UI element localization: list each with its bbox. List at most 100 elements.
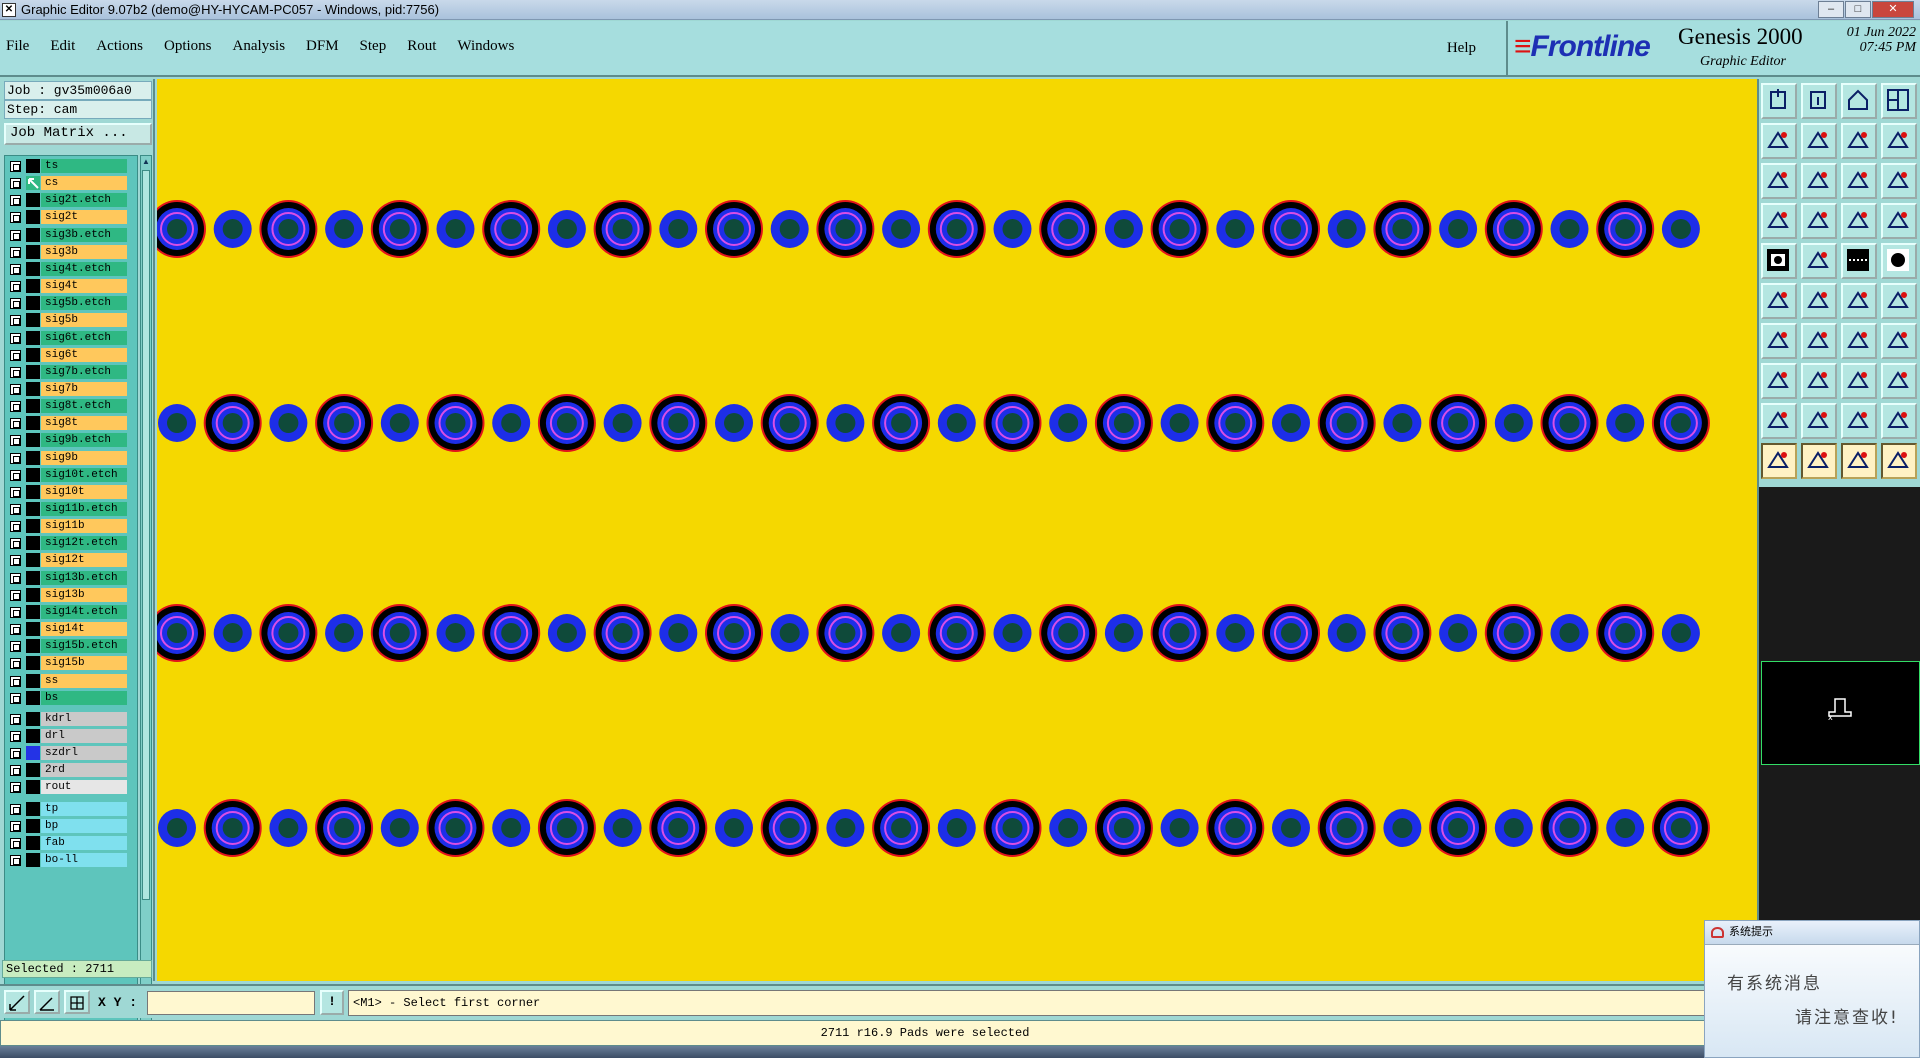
layer-row-sig11b-etch[interactable]: sig11b.etch <box>5 501 137 517</box>
via-pad[interactable] <box>259 604 318 662</box>
smd-pad[interactable] <box>380 809 419 847</box>
via-pad[interactable] <box>1484 200 1543 258</box>
via-pad[interactable] <box>983 799 1042 857</box>
smd-pad[interactable] <box>213 210 252 248</box>
layer-row-cs[interactable]: cs <box>5 175 137 191</box>
layer-row-sig4t[interactable]: sig4t <box>5 278 137 294</box>
layer-color-swatch[interactable] <box>26 296 40 311</box>
via-pad[interactable] <box>927 200 986 258</box>
layer-name[interactable]: sig6t <box>41 347 127 362</box>
layer-checkbox[interactable] <box>10 298 21 310</box>
tool-fit-screen-button[interactable] <box>1761 163 1797 199</box>
smd-pad[interactable] <box>1494 404 1533 442</box>
via-pad[interactable] <box>1262 200 1320 258</box>
layer-row-sig3b[interactable]: sig3b <box>5 244 137 260</box>
layer-row-sig7b-etch[interactable]: sig7b.etch <box>5 364 137 380</box>
layer-color-swatch[interactable] <box>26 467 40 482</box>
layer-checkbox[interactable] <box>10 820 21 832</box>
layer-row-sig4t-etch[interactable]: sig4t.etch <box>5 261 137 277</box>
layer-row-sig11b[interactable]: sig11b <box>5 518 137 534</box>
layer-checkbox[interactable] <box>10 855 21 866</box>
layer-row-sig9b[interactable]: sig9b <box>5 450 137 466</box>
job-matrix-button[interactable]: Job Matrix ... <box>4 123 152 145</box>
layer-name[interactable]: sig13b <box>41 587 127 602</box>
layer-row-sig5b-etch[interactable]: sig5b.etch <box>5 295 137 311</box>
via-pad[interactable] <box>157 200 206 258</box>
layer-name[interactable]: sig13b.etch <box>41 570 127 585</box>
layer-row-sig14t[interactable]: sig14t <box>5 621 137 637</box>
via-pad[interactable] <box>1596 200 1655 258</box>
layer-name[interactable]: sig8t <box>41 416 127 431</box>
tool-measure-ruler-button[interactable] <box>1841 243 1877 279</box>
layer-checkbox[interactable] <box>10 161 21 172</box>
tool-zoom-home-button[interactable] <box>1761 83 1797 119</box>
layer-checkbox[interactable] <box>10 641 21 653</box>
via-pad[interactable] <box>1429 799 1488 857</box>
tool-window-split-button[interactable] <box>1881 83 1917 119</box>
grid-mode-button[interactable] <box>64 990 90 1014</box>
smd-pad[interactable] <box>937 809 976 847</box>
smd-pad[interactable] <box>1216 614 1255 652</box>
layer-color-swatch[interactable] <box>26 711 40 726</box>
layer-row-tp[interactable]: tp <box>5 801 137 817</box>
tool-bracket-button[interactable] <box>1841 363 1877 399</box>
layer-name[interactable]: sig11b <box>41 519 127 534</box>
tool-trapezoid-button[interactable] <box>1841 403 1877 439</box>
smd-pad[interactable] <box>826 404 865 442</box>
angle-mode-button[interactable] <box>34 990 60 1014</box>
layer-color-swatch[interactable] <box>26 570 40 585</box>
layer-color-swatch[interactable] <box>26 313 40 328</box>
layer-checkbox[interactable] <box>10 469 21 481</box>
via-pad[interactable] <box>537 799 596 857</box>
tool-help-query-button[interactable] <box>1881 163 1917 199</box>
layer-name[interactable]: sig15b.etch <box>41 639 127 654</box>
smd-pad[interactable] <box>492 809 531 847</box>
via-pad[interactable] <box>593 200 652 258</box>
layer-name[interactable]: sig9b <box>41 450 127 465</box>
smd-pad[interactable] <box>659 614 698 652</box>
via-pad[interactable] <box>1651 799 1710 857</box>
layer-color-swatch[interactable] <box>26 763 40 778</box>
tool-zoom-out-button[interactable] <box>1801 83 1837 119</box>
layer-row-2rd[interactable]: 2rd <box>5 762 137 778</box>
layer-color-swatch[interactable] <box>26 502 40 516</box>
layer-checkbox[interactable] <box>10 748 21 760</box>
smd-pad[interactable] <box>937 404 976 442</box>
layer-checkbox[interactable] <box>10 675 21 687</box>
layer-color-swatch[interactable] <box>26 261 40 276</box>
layer-checkbox[interactable] <box>10 366 21 378</box>
layer-name[interactable]: cs <box>41 176 127 191</box>
smd-pad[interactable] <box>1606 404 1645 442</box>
via-pad[interactable] <box>1150 200 1209 258</box>
via-pad[interactable] <box>816 200 875 258</box>
layer-name[interactable]: sig3b.etch <box>41 227 127 242</box>
tool-rotate-shape-button[interactable] <box>1801 243 1837 279</box>
smd-pad[interactable] <box>547 614 586 652</box>
via-pad[interactable] <box>1094 799 1153 857</box>
smd-pad[interactable] <box>1383 404 1422 442</box>
via-pad[interactable] <box>705 604 763 662</box>
smd-pad[interactable] <box>1494 809 1533 847</box>
via-pad[interactable] <box>1429 394 1488 452</box>
layer-color-swatch[interactable] <box>26 622 40 637</box>
layer-row-ts[interactable]: ts <box>5 158 137 174</box>
via-pad[interactable] <box>1206 799 1265 857</box>
maximize-button[interactable]: □ <box>1845 1 1871 18</box>
layer-row-sig14t-etch[interactable]: sig14t.etch <box>5 604 137 620</box>
tool-redo-view-button[interactable] <box>1841 123 1877 159</box>
tool-cross-select-button[interactable] <box>1801 283 1837 319</box>
layer-checkbox[interactable] <box>10 730 21 742</box>
layer-row-sig13b[interactable]: sig13b <box>5 587 137 603</box>
via-pad[interactable] <box>482 200 541 258</box>
layer-name[interactable]: szdrl <box>41 746 127 761</box>
layer-name[interactable]: 2rd <box>41 763 127 778</box>
layer-name[interactable]: sig8t.etch <box>41 399 127 414</box>
smd-pad[interactable] <box>547 210 586 248</box>
smd-pad[interactable] <box>325 614 364 652</box>
tool-copy-shape-button[interactable] <box>1881 363 1917 399</box>
layer-color-swatch[interactable] <box>26 450 40 465</box>
via-pad[interactable] <box>593 604 652 662</box>
layer-checkbox[interactable] <box>10 782 21 794</box>
layer-name[interactable]: tp <box>41 801 127 816</box>
smd-pad[interactable] <box>1104 614 1143 652</box>
